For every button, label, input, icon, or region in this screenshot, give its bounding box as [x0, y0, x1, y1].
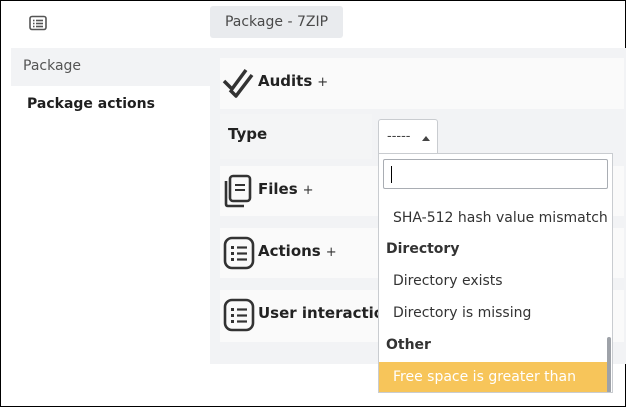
dropdown-group-header: Directory [386, 241, 460, 257]
dropdown-option[interactable]: SHA-512 hash value mismatch [379, 203, 608, 233]
audits-section[interactable]: Audits + [220, 58, 624, 109]
actions-expand-plus[interactable]: + [326, 245, 337, 260]
dropdown-option-highlighted[interactable]: Free space is greater than [379, 362, 608, 392]
text-cursor [391, 166, 392, 183]
actions-label: Actions [258, 242, 321, 260]
sidebar: Package Package actions [11, 48, 210, 123]
list-icon[interactable] [29, 15, 47, 31]
type-select-value: ----- [387, 129, 411, 144]
sidebar-item-package-actions[interactable]: Package actions [11, 86, 210, 123]
user-interaction-icon [223, 298, 255, 332]
type-field-label-box: Type [220, 114, 372, 159]
dropdown-group-header: Other [386, 337, 431, 353]
dropdown-option[interactable]: Directory exists [379, 266, 608, 296]
user-interaction-title: User interaction [258, 304, 395, 322]
type-select[interactable]: ----- [378, 119, 438, 154]
files-expand-plus[interactable]: + [303, 183, 314, 198]
files-label: Files [258, 180, 298, 198]
files-icon [224, 174, 252, 208]
caret-up-icon [422, 136, 430, 141]
actions-title: Actions + [258, 242, 337, 260]
package-title-tab[interactable]: Package - 7ZIP [210, 6, 343, 38]
dropdown-scrollbar[interactable] [607, 337, 611, 392]
dropdown-option[interactable]: Directory is missing [379, 298, 608, 328]
checkmarks-icon [222, 68, 254, 98]
type-label: Type [228, 125, 268, 143]
type-dropdown: SHA-512 hash value mismatch Directory Di… [378, 153, 613, 393]
audits-label: Audits [258, 72, 313, 90]
files-title: Files + [258, 180, 314, 198]
dropdown-search-input[interactable] [383, 159, 608, 189]
actions-list-icon [223, 236, 255, 270]
sidebar-item-package[interactable]: Package [11, 48, 210, 85]
audits-title: Audits + [258, 72, 328, 90]
audits-expand-plus[interactable]: + [317, 75, 328, 90]
